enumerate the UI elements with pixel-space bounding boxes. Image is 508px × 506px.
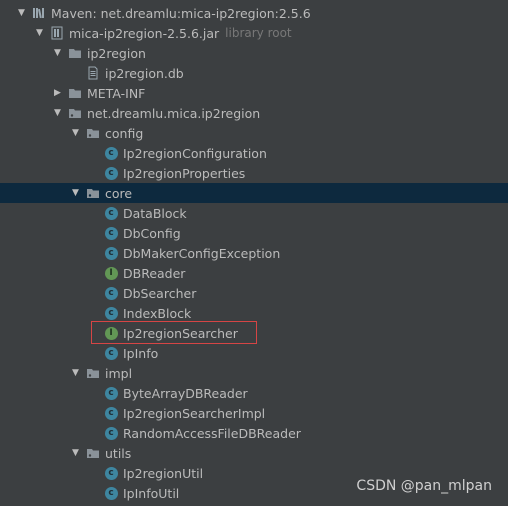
expand-arrow-icon[interactable]: ▼: [16, 6, 27, 20]
jar-icon: [50, 26, 64, 40]
class-icon: c: [104, 206, 118, 220]
package-icon: [86, 186, 100, 200]
class-icon: c: [104, 386, 118, 400]
tree-row-label: DBReader: [123, 265, 186, 281]
expand-arrow-icon[interactable]: ▼: [34, 26, 45, 40]
tree-row-package-core-selected[interactable]: ▼ core: [0, 183, 508, 203]
tree-row-label: DataBlock: [123, 205, 187, 221]
tree-row-class[interactable]: c IpInfo: [0, 343, 508, 363]
class-icon: c: [104, 246, 118, 260]
class-icon: c: [104, 166, 118, 180]
package-icon: [68, 106, 82, 120]
tree-row-label: ByteArrayDBReader: [123, 385, 248, 401]
folder-icon: [68, 46, 82, 60]
tree-row-label: IpInfoUtil: [123, 485, 180, 501]
expand-arrow-icon[interactable]: ▼: [70, 446, 81, 460]
tree-row-label: mica-ip2region-2.5.6.jar: [69, 25, 220, 41]
tree-row-label: Ip2regionUtil: [123, 465, 204, 481]
tree-row-package-root[interactable]: ▼ net.dreamlu.mica.ip2region: [0, 103, 508, 123]
tree-row-package-config[interactable]: ▼ config: [0, 123, 508, 143]
tree-row-label: utils: [105, 445, 132, 461]
class-icon: c: [104, 226, 118, 240]
class-icon: c: [104, 346, 118, 360]
expand-arrow-icon[interactable]: ▼: [52, 106, 63, 120]
expand-arrow-icon[interactable]: ▼: [52, 46, 63, 60]
tree-row-label: ip2region.db: [105, 65, 184, 81]
tree-row-class[interactable]: c Ip2regionProperties: [0, 163, 508, 183]
file-icon: [86, 66, 100, 80]
tree-row-class[interactable]: c ByteArrayDBReader: [0, 383, 508, 403]
collapse-arrow-icon[interactable]: ▶: [52, 86, 63, 100]
expand-arrow-icon[interactable]: ▼: [70, 126, 81, 140]
tree-row-class[interactable]: c DbMakerConfigException: [0, 243, 508, 263]
tree-row-class[interactable]: c DataBlock: [0, 203, 508, 223]
tree-row-label: IpInfo: [123, 345, 159, 361]
class-icon: c: [104, 286, 118, 300]
class-icon: c: [104, 426, 118, 440]
tree-row-jar[interactable]: ▼ mica-ip2region-2.5.6.jar library root: [0, 23, 508, 43]
expand-arrow-icon[interactable]: ▼: [70, 366, 81, 380]
tree-row-label: META-INF: [87, 85, 146, 101]
tree-row-package-impl[interactable]: ▼ impl: [0, 363, 508, 383]
tree-row-folder-meta-inf[interactable]: ▶ META-INF: [0, 83, 508, 103]
class-icon: c: [104, 146, 118, 160]
tree-row-label: ip2region: [87, 45, 146, 61]
interface-icon: I: [104, 266, 118, 280]
folder-icon: [68, 86, 82, 100]
tree-row-label: Ip2regionSearcherImpl: [123, 405, 266, 421]
tree-row-class[interactable]: c Ip2regionConfiguration: [0, 143, 508, 163]
annotation-highlight-box: [91, 321, 257, 344]
package-icon: [86, 446, 100, 460]
library-root-hint: library root: [225, 26, 292, 40]
tree-row-folder-ip2region[interactable]: ▼ ip2region: [0, 43, 508, 63]
tree-row-class[interactable]: c RandomAccessFileDBReader: [0, 423, 508, 443]
tree-row-label: DbSearcher: [123, 285, 197, 301]
tree-row-label: Ip2regionConfiguration: [123, 145, 267, 161]
tree-row-label: net.dreamlu.mica.ip2region: [87, 105, 261, 121]
class-icon: c: [104, 486, 118, 500]
tree-row-class[interactable]: c IndexBlock: [0, 303, 508, 323]
tree-row-label: core: [105, 185, 133, 201]
tree-row-label: RandomAccessFileDBReader: [123, 425, 301, 441]
package-icon: [86, 126, 100, 140]
tree-row-label: config: [105, 125, 144, 141]
tree-row-label: IndexBlock: [123, 305, 192, 321]
tree-row-package-utils[interactable]: ▼ utils: [0, 443, 508, 463]
maven-library-icon: [32, 6, 46, 20]
tree-row-class[interactable]: c DbConfig: [0, 223, 508, 243]
tree-row-label: Maven: net.dreamlu:mica-ip2region:2.5.6: [51, 5, 311, 21]
tree-row-label: DbConfig: [123, 225, 181, 241]
tree-row-label: DbMakerConfigException: [123, 245, 281, 261]
watermark: CSDN @pan_mlpan: [356, 478, 492, 494]
tree-row-interface[interactable]: I DBReader: [0, 263, 508, 283]
package-icon: [86, 366, 100, 380]
tree-row-label: Ip2regionProperties: [123, 165, 246, 181]
class-icon: c: [104, 406, 118, 420]
tree-row-class[interactable]: c Ip2regionSearcherImpl: [0, 403, 508, 423]
class-icon: c: [104, 306, 118, 320]
tree-row-label: impl: [105, 365, 133, 381]
tree-row-file-db[interactable]: ip2region.db: [0, 63, 508, 83]
tree-row-maven-library[interactable]: ▼ Maven: net.dreamlu:mica-ip2region:2.5.…: [0, 3, 508, 23]
class-icon: c: [104, 466, 118, 480]
tree-row-class[interactable]: c DbSearcher: [0, 283, 508, 303]
expand-arrow-icon[interactable]: ▼: [70, 186, 81, 200]
